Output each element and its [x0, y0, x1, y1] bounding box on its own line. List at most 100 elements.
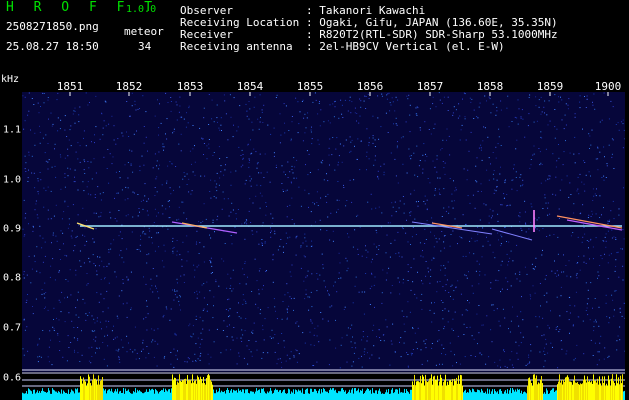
noise-pixel: [583, 160, 585, 162]
noise-pixel: [387, 93, 389, 95]
noise-pixel: [276, 363, 278, 365]
noise-pixel: [482, 324, 484, 326]
noise-pixel: [93, 318, 95, 320]
noise-pixel: [383, 174, 385, 176]
noise-pixel: [538, 106, 540, 108]
noise-pixel: [407, 271, 409, 273]
noise-pixel: [50, 339, 51, 341]
noise-pixel: [154, 195, 156, 196]
noise-pixel: [201, 137, 203, 139]
power-bar: [181, 381, 182, 400]
noise-pixel: [243, 357, 245, 359]
noise-pixel: [57, 333, 59, 335]
power-bar: [342, 388, 343, 400]
noise-pixel: [156, 275, 158, 277]
noise-pixel: [357, 138, 359, 140]
power-bar: [81, 378, 82, 400]
noise-pixel: [203, 203, 205, 205]
noise-pixel: [473, 118, 475, 119]
noise-pixel: [279, 113, 281, 115]
noise-pixel: [60, 188, 62, 190]
noise-pixel: [105, 320, 107, 322]
power-bar: [59, 392, 60, 400]
noise-pixel: [530, 298, 531, 300]
noise-pixel: [87, 193, 89, 195]
noise-pixel: [491, 215, 493, 217]
noise-pixel: [456, 362, 457, 364]
noise-pixel: [332, 103, 334, 105]
noise-pixel: [447, 96, 449, 98]
noise-pixel: [93, 158, 95, 160]
noise-pixel: [34, 261, 36, 263]
noise-pixel: [91, 141, 92, 143]
noise-pixel: [224, 169, 226, 171]
noise-pixel: [263, 104, 265, 106]
noise-pixel: [210, 261, 212, 263]
noise-pixel: [503, 197, 505, 199]
noise-pixel: [364, 348, 366, 350]
noise-pixel: [399, 281, 400, 283]
noise-pixel: [284, 122, 285, 124]
noise-pixel: [515, 177, 517, 178]
noise-pixel: [558, 101, 560, 103]
noise-pixel: [68, 312, 70, 314]
noise-pixel: [76, 235, 78, 237]
noise-pixel: [289, 171, 291, 173]
noise-pixel: [388, 92, 390, 94]
noise-pixel: [378, 138, 380, 140]
noise-pixel: [34, 209, 36, 211]
noise-pixel: [156, 165, 158, 167]
power-bar: [491, 391, 492, 400]
noise-pixel: [434, 302, 435, 304]
power-bar: [282, 391, 283, 400]
noise-pixel: [357, 248, 359, 250]
noise-pixel: [331, 305, 333, 307]
noise-pixel: [155, 287, 157, 289]
power-bar: [510, 388, 511, 400]
noise-pixel: [599, 121, 601, 123]
noise-pixel: [535, 266, 536, 268]
power-bar: [391, 389, 392, 400]
power-bar: [519, 389, 520, 400]
noise-pixel: [371, 354, 373, 356]
noise-pixel: [601, 214, 602, 216]
noise-pixel: [219, 129, 221, 131]
noise-pixel: [448, 292, 450, 293]
noise-pixel: [406, 352, 408, 354]
noise-pixel: [511, 351, 513, 353]
noise-pixel: [498, 320, 500, 322]
noise-pixel: [230, 349, 232, 351]
noise-pixel: [42, 330, 44, 331]
noise-pixel: [514, 116, 516, 118]
noise-pixel: [161, 205, 163, 207]
power-bar: [575, 382, 576, 400]
noise-pixel: [102, 342, 104, 343]
noise-pixel: [316, 361, 318, 363]
power-bar: [550, 390, 551, 400]
noise-pixel: [415, 234, 417, 235]
noise-pixel: [406, 316, 408, 318]
noise-pixel: [427, 360, 429, 362]
noise-pixel: [383, 340, 385, 342]
noise-pixel: [305, 127, 307, 129]
power-bar: [395, 389, 396, 400]
noise-pixel: [45, 134, 47, 136]
noise-pixel: [429, 282, 431, 284]
power-bar: [617, 383, 618, 400]
noise-pixel: [210, 179, 212, 181]
noise-pixel: [271, 337, 272, 339]
power-bar: [419, 382, 420, 400]
noise-pixel: [412, 349, 414, 350]
noise-pixel: [425, 239, 427, 240]
noise-pixel: [64, 201, 66, 203]
noise-pixel: [273, 155, 275, 157]
noise-pixel: [332, 240, 334, 242]
noise-pixel: [193, 264, 195, 266]
noise-pixel: [585, 282, 587, 284]
power-bar: [471, 392, 472, 400]
noise-pixel: [367, 352, 368, 354]
noise-pixel: [74, 181, 76, 183]
noise-pixel: [116, 220, 118, 222]
power-bar: [314, 389, 315, 400]
spectrogram-plot: [22, 92, 625, 371]
